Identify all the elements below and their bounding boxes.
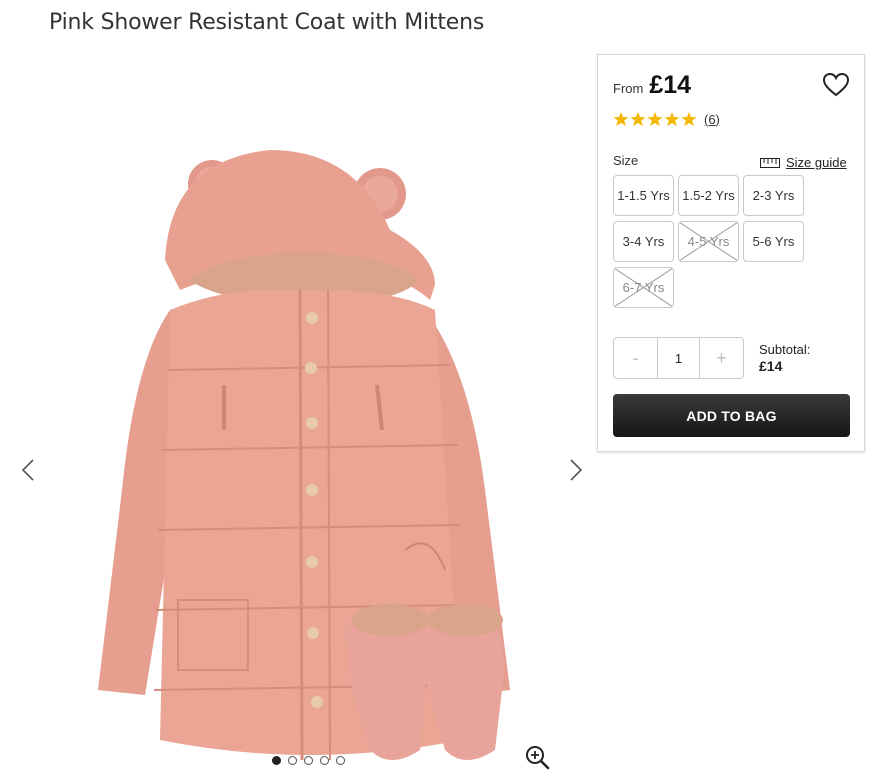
product-image bbox=[98, 150, 510, 761]
star-icon bbox=[647, 112, 663, 126]
quantity-stepper: - + bbox=[613, 337, 744, 379]
product-title: Pink Shower Resistant Coat with Mittens bbox=[49, 10, 485, 35]
size-option-label: 1-1.5 Yrs bbox=[617, 188, 670, 203]
ruler-icon bbox=[760, 157, 780, 168]
review-count-link[interactable]: (6) bbox=[704, 112, 720, 127]
size-option-label: 2-3 Yrs bbox=[752, 188, 795, 203]
size-option-label: 1.5-2 Yrs bbox=[682, 188, 735, 203]
pagination-dot[interactable] bbox=[336, 756, 345, 765]
subtotal-label: Subtotal: bbox=[759, 342, 811, 357]
size-option[interactable]: 1-1.5 Yrs bbox=[613, 175, 674, 216]
size-option-unavailable[interactable]: 4-5 Yrs bbox=[678, 221, 739, 262]
star-icon bbox=[681, 112, 697, 126]
chevron-right-icon bbox=[570, 459, 583, 481]
price-value: £14 bbox=[649, 71, 692, 99]
subtotal-value: £14 bbox=[759, 358, 783, 374]
size-option[interactable]: 1.5-2 Yrs bbox=[678, 175, 739, 216]
size-option-label: 5-6 Yrs bbox=[752, 234, 795, 249]
size-option[interactable]: 2-3 Yrs bbox=[743, 175, 804, 216]
price-from-label: From bbox=[613, 81, 644, 96]
pagination-dot[interactable] bbox=[320, 756, 329, 765]
image-pagination bbox=[272, 756, 345, 765]
zoom-in-icon[interactable] bbox=[524, 744, 550, 770]
quantity-decrease-button[interactable]: - bbox=[614, 338, 657, 378]
purchase-panel: From £14 (6) Size Size guide 1-1.5 Yrs 1… bbox=[597, 54, 865, 452]
pagination-dot[interactable] bbox=[288, 756, 297, 765]
star-rating: (6) bbox=[613, 111, 720, 127]
add-to-bag-button[interactable]: ADD TO BAG bbox=[613, 394, 850, 437]
star-icon bbox=[664, 112, 680, 126]
chevron-left-icon bbox=[21, 459, 34, 481]
next-image-button[interactable] bbox=[561, 450, 591, 490]
price-row: From £14 bbox=[613, 71, 691, 100]
heart-icon[interactable] bbox=[822, 71, 850, 99]
size-option-unavailable[interactable]: 6-7 Yrs bbox=[613, 267, 674, 308]
star-icon bbox=[630, 112, 646, 126]
size-guide-label: Size guide bbox=[786, 155, 847, 170]
unavailable-cross bbox=[679, 222, 738, 261]
size-option[interactable]: 3-4 Yrs bbox=[613, 221, 674, 262]
subtotal: Subtotal: £14 bbox=[759, 341, 810, 375]
pagination-dot[interactable] bbox=[304, 756, 313, 765]
unavailable-cross bbox=[614, 268, 673, 307]
size-option-label: 3-4 Yrs bbox=[622, 234, 665, 249]
size-label: Size bbox=[613, 153, 639, 168]
quantity-input[interactable] bbox=[657, 338, 700, 378]
quantity-increase-button[interactable]: + bbox=[700, 338, 743, 378]
size-guide-link[interactable]: Size guide bbox=[760, 155, 847, 170]
size-option[interactable]: 5-6 Yrs bbox=[743, 221, 804, 262]
previous-image-button[interactable] bbox=[13, 450, 43, 490]
product-gallery bbox=[0, 60, 600, 781]
pagination-dot[interactable] bbox=[272, 756, 281, 765]
star-icon bbox=[613, 112, 629, 126]
